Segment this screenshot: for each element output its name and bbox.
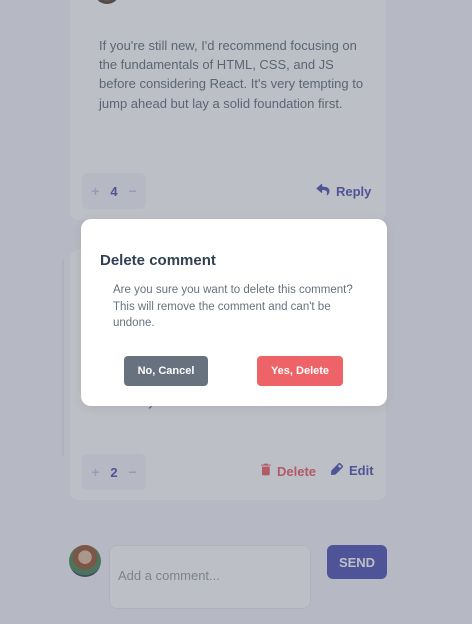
cancel-button[interactable]: No, Cancel <box>124 356 208 386</box>
modal-message: Are you sure you want to delete this com… <box>113 284 353 329</box>
comments-page: If you're still new, I'd recommend focus… <box>0 0 472 624</box>
confirm-delete-button[interactable]: Yes, Delete <box>257 356 343 386</box>
modal-title: Delete comment <box>100 252 216 269</box>
delete-modal: Delete comment Are you sure you want to … <box>81 219 387 406</box>
